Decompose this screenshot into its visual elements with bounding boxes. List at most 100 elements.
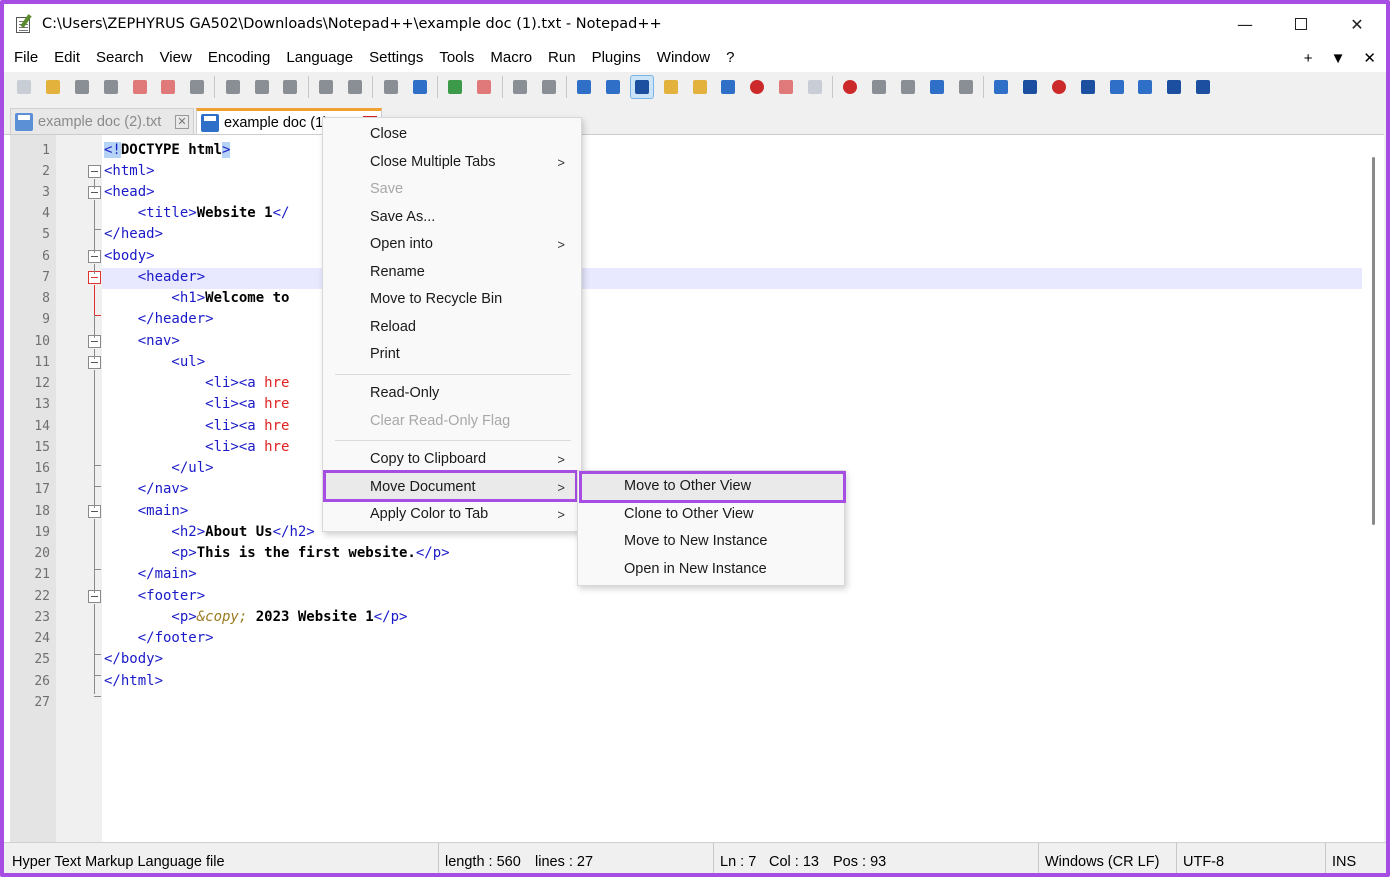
word-wrap-icon[interactable] <box>573 76 595 98</box>
menu-window[interactable]: Window <box>649 44 718 72</box>
paste-icon[interactable] <box>279 76 301 98</box>
menu-help[interactable]: ? <box>718 44 742 72</box>
menu-item-move-to-new-instance[interactable]: Move to New Instance <box>578 528 844 555</box>
run-macro-multiple-icon[interactable] <box>926 76 948 98</box>
menu-search[interactable]: Search <box>88 44 152 72</box>
menu-item-close[interactable]: Close <box>323 121 581 148</box>
find-icon[interactable] <box>380 76 402 98</box>
tab-list-dropdown-icon[interactable]: ▼ <box>1331 50 1346 67</box>
zoom-out-icon[interactable] <box>473 76 495 98</box>
menu-item-label: Move Document <box>370 479 476 495</box>
menu-encoding[interactable]: Encoding <box>200 44 279 72</box>
next-diff-icon[interactable] <box>1134 76 1156 98</box>
close-file-icon[interactable] <box>129 76 151 98</box>
sync-horizontal-icon[interactable] <box>538 76 560 98</box>
compare-settings-icon[interactable] <box>1192 76 1214 98</box>
close-window-button[interactable]: ✕ <box>1328 4 1386 44</box>
fold-toggle-icon[interactable] <box>88 165 101 178</box>
toolbar-separator <box>307 76 309 98</box>
sync-vertical-icon[interactable] <box>509 76 531 98</box>
tab-context-menu: Close Close Multiple Tabs > Save Save As.… <box>322 117 582 532</box>
menu-item-read-only[interactable]: Read-Only <box>323 380 581 407</box>
code-line: </head> <box>104 226 164 242</box>
open-file-icon[interactable] <box>42 76 64 98</box>
zoom-in-icon[interactable] <box>444 76 466 98</box>
menu-item-reload[interactable]: Reload <box>323 314 581 341</box>
function-list-icon[interactable] <box>746 76 768 98</box>
scrollbar-thumb[interactable] <box>1372 157 1375 525</box>
code-token: hre <box>264 396 290 412</box>
line-number: 11 <box>34 355 50 370</box>
file-disk-icon <box>201 113 219 132</box>
copy-icon[interactable] <box>251 76 273 98</box>
status-eol[interactable]: Windows (CR LF) <box>1038 843 1159 873</box>
tab-close-icon[interactable]: ✕ <box>175 114 189 129</box>
plugin-download-icon[interactable] <box>990 76 1012 98</box>
code-line: <header> <box>104 269 206 285</box>
record-macro-icon[interactable] <box>839 76 861 98</box>
chevron-right-icon: > <box>557 452 565 467</box>
document-list-icon[interactable] <box>717 76 739 98</box>
indent-guide-icon[interactable] <box>630 75 655 99</box>
redo-icon[interactable] <box>344 76 366 98</box>
notepadpp-app-icon <box>14 14 34 34</box>
last-diff-icon[interactable] <box>1163 76 1185 98</box>
menu-item-copy-to-clipboard[interactable]: Copy to Clipboard > <box>323 446 581 473</box>
tab-example-doc-2[interactable]: example doc (2).txt ✕ <box>10 108 194 134</box>
replace-icon[interactable] <box>409 76 431 98</box>
menu-macro[interactable]: Macro <box>482 44 540 72</box>
save-icon[interactable] <box>71 76 93 98</box>
undo-icon[interactable] <box>315 76 337 98</box>
menu-edit[interactable]: Edit <box>46 44 88 72</box>
menu-view[interactable]: View <box>152 44 200 72</box>
plugin-clear-compare-icon[interactable] <box>1048 76 1070 98</box>
user-defined-language-icon[interactable] <box>660 76 682 98</box>
monitoring-eye-icon[interactable] <box>804 76 826 98</box>
menu-tools[interactable]: Tools <box>431 44 482 72</box>
code-token: hre <box>264 439 290 455</box>
document-map-icon[interactable] <box>689 76 711 98</box>
new-file-icon[interactable] <box>13 76 35 98</box>
menu-item-clone-to-other-view[interactable]: Clone to Other View <box>578 501 844 528</box>
menu-item-move-to-recycle-bin[interactable]: Move to Recycle Bin <box>323 286 581 313</box>
plugin-compare-icon[interactable] <box>1019 76 1041 98</box>
menu-run[interactable]: Run <box>540 44 584 72</box>
new-tab-plus-icon[interactable]: + <box>1304 50 1313 67</box>
menu-language[interactable]: Language <box>278 44 361 72</box>
code-token: <p> <box>104 545 197 561</box>
menu-settings[interactable]: Settings <box>361 44 431 72</box>
menu-item-apply-color-to-tab[interactable]: Apply Color to Tab > <box>323 501 581 528</box>
stop-macro-icon[interactable] <box>868 76 890 98</box>
menu-item-open-in-new-instance[interactable]: Open in New Instance <box>578 556 844 583</box>
save-macro-icon[interactable] <box>955 76 977 98</box>
maximize-button[interactable] <box>1272 4 1330 44</box>
status-encoding[interactable]: UTF-8 <box>1176 843 1224 873</box>
chevron-right-icon: > <box>557 237 565 252</box>
menu-plugins[interactable]: Plugins <box>584 44 649 72</box>
show-all-characters-icon[interactable] <box>602 76 624 98</box>
menu-item-close-multiple-tabs[interactable]: Close Multiple Tabs > <box>323 149 581 176</box>
line-number: 20 <box>34 546 50 561</box>
minimize-button[interactable]: — <box>1216 4 1274 44</box>
menu-item-save-as[interactable]: Save As... <box>323 204 581 231</box>
vertical-scrollbar[interactable] <box>1364 135 1384 842</box>
menu-item-label: Save As... <box>370 209 436 225</box>
close-all-icon[interactable] <box>157 76 179 98</box>
first-diff-icon[interactable] <box>1077 76 1099 98</box>
toolbar-separator <box>372 76 374 98</box>
menu-file[interactable]: File <box>4 44 46 72</box>
menu-item-open-into[interactable]: Open into > <box>323 231 581 258</box>
menu-item-move-to-other-view[interactable]: Move to Other View <box>578 473 844 500</box>
print-icon[interactable] <box>186 76 208 98</box>
cut-icon[interactable] <box>222 76 244 98</box>
menu-item-print[interactable]: Print <box>323 341 581 368</box>
folder-as-workspace-icon[interactable] <box>775 76 797 98</box>
close-document-icon[interactable]: ✕ <box>1363 49 1376 67</box>
code-token: Welcome to <box>205 290 290 306</box>
save-all-icon[interactable] <box>100 76 122 98</box>
menu-item-rename[interactable]: Rename <box>323 259 581 286</box>
previous-diff-icon[interactable] <box>1106 76 1128 98</box>
play-macro-icon[interactable] <box>897 76 919 98</box>
code-token: <h1> <box>104 290 206 306</box>
menu-item-move-document[interactable]: Move Document > <box>323 474 581 501</box>
